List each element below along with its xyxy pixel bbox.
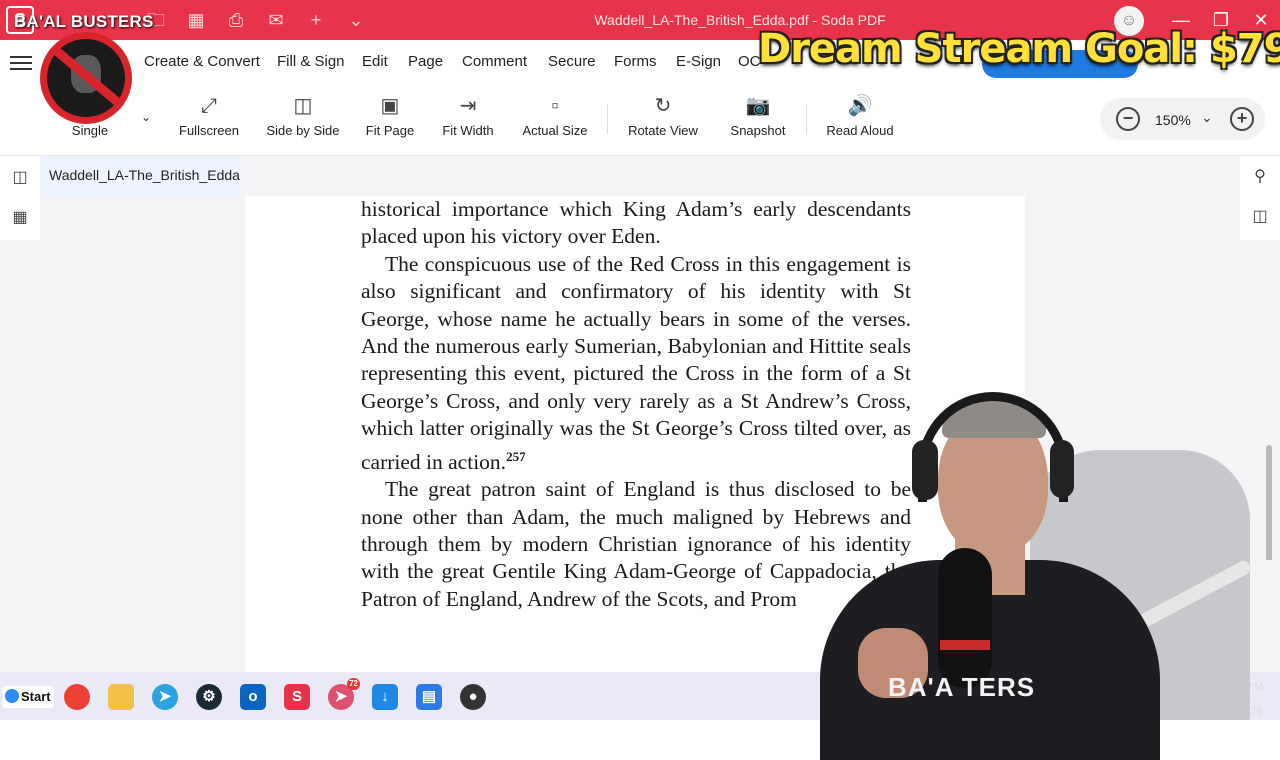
baal-busters-logo [40,32,132,124]
plus-icon[interactable]: + [304,8,328,32]
document-app-icon[interactable]: ▤ [416,684,442,710]
paragraph-3: The great patron saint of England is thu… [361,477,911,611]
fit-width-button[interactable]: ⇥ Fit Width [436,92,500,148]
side-panel-icon[interactable]: ◫ [1249,206,1271,228]
steam-icon[interactable]: ⚙ [196,684,222,710]
paragraph-2: The conspicuous use of the Red Cross in … [361,251,911,474]
fit-page-button[interactable]: ▣ Fit Page [360,92,420,148]
document-tab[interactable]: Waddell_LA-The_British_Edda [42,156,242,196]
rotate-icon: ↻ [654,95,672,117]
headset-cup-left [912,440,938,500]
side-by-side-button[interactable]: ◫ Side by Side [262,92,344,148]
stream-goal-text: Dream Stream Goal: $79 [758,26,1280,72]
fit-width-icon: ⇥ [459,95,477,117]
mail-icon[interactable]: ✉ [264,8,288,32]
search-icon[interactable]: ⚲ [1249,166,1271,188]
headset-cup-right [1050,440,1074,498]
soda-pdf-taskbar-icon[interactable]: S [284,684,310,710]
brand-text: BA'AL BUSTERS [14,12,154,31]
print-icon[interactable]: ⎙ [224,8,248,32]
chevron-down-icon[interactable]: ⌄ [344,8,368,32]
telegram-icon[interactable]: ➤ [152,684,178,710]
menu-fill-sign[interactable]: Fill & Sign [277,53,345,70]
read-aloud-icon: 🔊 [847,95,873,117]
microphone-icon [938,548,992,688]
panel-toggle-icon[interactable]: ◫ [10,168,30,188]
menu-comment[interactable]: Comment [462,53,527,70]
microphone-band [940,640,990,650]
rotate-view-button[interactable]: ↻ Rotate View [624,92,702,148]
fullscreen-button[interactable]: ⤢ Fullscreen [174,92,244,148]
bookmark-icon[interactable]: ▦ [10,208,30,228]
fullscreen-icon: ⤢ [201,95,217,117]
actual-size-icon: ▫ [551,95,559,117]
zoom-control: − 150% ⌄ + [1100,98,1265,140]
read-aloud-button[interactable]: 🔊 Read Aloud [822,92,898,148]
zoom-chevron-icon[interactable]: ⌄ [1201,109,1213,126]
menu-secure[interactable]: Secure [548,53,596,70]
toolbar-divider [806,104,807,134]
zoom-in-icon[interactable]: + [1230,107,1254,131]
fit-page-icon: ▣ [380,95,400,117]
snapshot-button[interactable]: 📷 Snapshot [726,92,790,148]
zoom-level[interactable]: 150% [1155,112,1191,128]
side-by-side-icon: ◫ [293,95,313,117]
save-icon[interactable]: ▦ [184,8,208,32]
obs-icon[interactable]: ● [460,684,486,710]
start-icon [5,689,19,703]
menu-page[interactable]: Page [408,53,443,70]
menu-create-convert[interactable]: Create & Convert [144,53,260,70]
menu-edit[interactable]: Edit [362,53,388,70]
outlook-icon[interactable]: o [240,684,266,710]
chrome-icon[interactable] [64,684,90,710]
actual-size-button[interactable]: ▫ Actual Size [518,92,592,148]
file-explorer-icon[interactable] [108,684,134,710]
paragraph-1: historical importance which King Adam’s … [361,197,911,249]
left-panel-rail: ◫ ▦ [0,156,40,240]
shirt-text: BA'A TERS [888,672,1036,702]
menu-esign[interactable]: E-Sign [676,53,721,70]
start-button[interactable]: Start [2,686,54,708]
menu-forms[interactable]: Forms [614,53,657,70]
download-icon[interactable]: ↓ [372,684,398,710]
right-panel-rail: ⚲ ◫ [1240,156,1280,240]
snapshot-icon: 📷 [745,95,771,117]
page-text: historical importance which King Adam’s … [361,196,911,613]
zoom-out-icon[interactable]: − [1116,107,1140,131]
footnote-ref[interactable]: 257 [506,449,526,464]
hamburger-menu-icon[interactable] [10,52,32,72]
toolbar-divider [607,104,608,134]
view-toolbar: ▭ Single ⌄ ⤢ Fullscreen ◫ Side by Side ▣… [0,84,1280,156]
telegram-2-icon[interactable]: ➤ 72 [328,678,360,710]
